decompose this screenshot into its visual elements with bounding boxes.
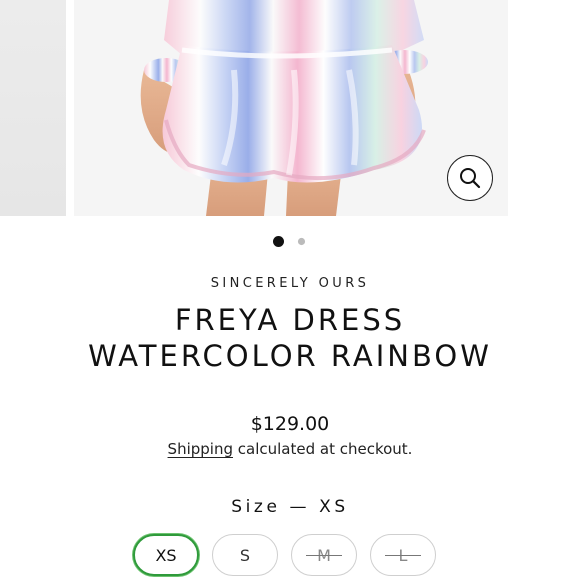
size-selector-label: Size — XS (231, 497, 349, 517)
product-image[interactable] (74, 0, 508, 216)
zoom-button[interactable] (447, 155, 493, 201)
shipping-link[interactable]: Shipping (168, 440, 233, 458)
product-title-line-2: WATERCOLOR RAINBOW (88, 339, 492, 373)
product-price: $129.00 (250, 413, 330, 435)
size-option-s[interactable]: S (212, 534, 278, 576)
size-option-l[interactable]: L (370, 534, 436, 576)
gallery-pagination (0, 236, 580, 247)
size-option-xs[interactable]: XS (133, 534, 199, 576)
previous-product-image[interactable] (0, 0, 66, 216)
magnifier-icon (460, 168, 481, 189)
shipping-note: Shipping calculated at checkout. (0, 440, 580, 458)
size-option-m[interactable]: M (291, 534, 357, 576)
product-vendor[interactable]: SINCERELY OURS (0, 276, 580, 291)
dress-photo (74, 0, 508, 216)
slide-dot-2[interactable] (297, 237, 306, 246)
product-title-line-1: FREYA DRESS (174, 303, 406, 337)
shipping-note-text: calculated at checkout. (232, 440, 413, 458)
size-options: XS S M L (133, 534, 436, 576)
product-title: FREYA DRESS WATERCOLOR RAINBOW (0, 302, 580, 374)
slide-dot-1[interactable] (273, 236, 284, 247)
product-gallery (0, 0, 580, 216)
